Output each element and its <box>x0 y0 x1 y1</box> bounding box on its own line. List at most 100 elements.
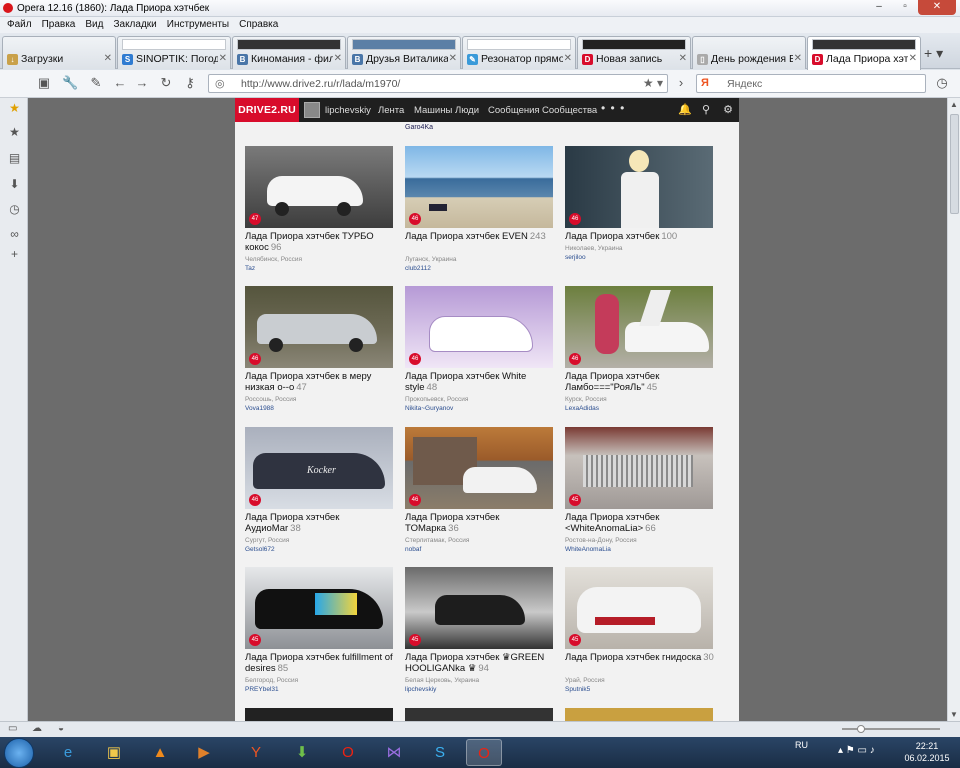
car-card[interactable]: 46 Лада Приора хэтчбек TOMарка 36 Стерлитам… <box>405 427 555 557</box>
car-title-text[interactable]: Лада Приора хэтчбек гнидоска <box>565 652 701 663</box>
car-photo[interactable] <box>565 567 713 649</box>
close-tab-icon[interactable]: ✕ <box>334 53 342 64</box>
add-panel-icon[interactable]: + <box>8 248 21 261</box>
forward-arrow-icon[interactable]: → <box>134 75 150 91</box>
car-owner-link[interactable]: WhiteAnomaLia <box>565 546 611 553</box>
car-card[interactable]: 46 Лада Приора хэтчбек White style 48 Проко… <box>405 286 555 416</box>
clock[interactable]: 22:21 06.02.2015 <box>900 740 954 764</box>
car-title-text[interactable]: Лада Приора хэтчбек ТУРБО кокос <box>245 231 374 253</box>
notes-icon[interactable]: ▤ <box>8 152 21 165</box>
opera-icon[interactable]: O <box>330 739 366 766</box>
car-photo[interactable] <box>405 567 553 649</box>
car-title-text[interactable]: Лада Приора хэтчбек в меру низкая о--о <box>245 371 371 393</box>
scroll-thumb[interactable] <box>950 114 959 214</box>
car-photo[interactable] <box>405 146 553 228</box>
drive2-logo[interactable]: DRIVE2.RU <box>235 98 299 122</box>
car-card[interactable]: 45 Лада Приора хэтчбек fulfillment of des… <box>245 567 395 697</box>
car-photo-partial[interactable] <box>565 708 713 721</box>
car-photo[interactable] <box>245 146 393 228</box>
car-owner-link[interactable]: club2112 <box>405 265 431 272</box>
tab-kinomania[interactable]: B Киномания - фил... ✕ <box>232 36 346 69</box>
car-card[interactable]: 45 Лада Приора хэтчбек <WhiteAnomaLia> 66 Р… <box>565 427 715 557</box>
maximize-button[interactable]: ▫ <box>892 0 918 15</box>
yandex-icon[interactable]: Y <box>238 739 274 766</box>
notifications-bell-icon[interactable]: 🔔 <box>678 103 692 117</box>
nav-communities[interactable]: Сообщества <box>542 105 597 116</box>
history-clock-icon[interactable]: ◷ <box>8 203 21 216</box>
tab-downloads[interactable]: ↓ Загрузки ✕ <box>2 36 116 69</box>
car-photo[interactable] <box>245 567 393 649</box>
downloads-panel-icon[interactable]: ⬇ <box>8 178 21 191</box>
bookmark-star-icon[interactable]: ★ ▾ <box>643 76 663 90</box>
panel-toggle-icon[interactable]: ▣ <box>36 75 52 91</box>
car-card[interactable]: 46 Лада Приора хэтчбек в меру низкая о--о… <box>245 286 395 416</box>
opera-active-icon[interactable]: O <box>466 739 502 766</box>
start-button[interactable] <box>4 738 34 768</box>
close-tab-icon[interactable]: ✕ <box>449 53 457 64</box>
close-tab-icon[interactable]: ✕ <box>679 53 687 64</box>
search-field[interactable]: Я Яндекс <box>696 74 926 93</box>
car-title[interactable]: Лада Приора хэтчбек гнидоска 30 <box>565 652 715 663</box>
key-icon[interactable]: ⚷ <box>182 75 198 91</box>
skype-icon[interactable]: S <box>422 739 458 766</box>
close-tab-icon[interactable]: ✕ <box>564 53 572 64</box>
menu-item-tools[interactable]: Инструменты <box>162 17 234 33</box>
car-title-text[interactable]: Лада Приора хэтчбек EVEN <box>405 231 528 242</box>
close-window-button[interactable]: ✕ <box>918 0 956 15</box>
explorer-icon[interactable]: ▣ <box>96 739 132 766</box>
turbo-cloud-icon[interactable]: ☁ <box>32 723 42 734</box>
car-photo-partial[interactable] <box>245 708 393 721</box>
menu-item-file[interactable]: Файл <box>2 17 37 33</box>
language-indicator[interactable]: RU <box>795 740 808 750</box>
green-app-icon[interactable]: ⬇ <box>284 739 320 766</box>
car-owner-link[interactable]: Vova1988 <box>245 405 274 412</box>
car-title-text[interactable]: Лада Приора хэтчбек White style <box>405 371 526 393</box>
car-owner-link[interactable]: LexaAdidas <box>565 405 599 412</box>
car-owner-link[interactable]: Nikita~Guryanov <box>405 405 453 412</box>
address-field[interactable]: ◎ http://www.drive2.ru/r/lada/m1970/ ★ ▾ <box>208 74 668 93</box>
car-photo[interactable] <box>565 146 713 228</box>
speed-gauge-icon[interactable]: ◒ <box>58 723 64 734</box>
ie-icon[interactable]: e <box>50 739 86 766</box>
car-title[interactable]: Лада Приора хэтчбек ТУРБО кокос 96 <box>245 231 395 253</box>
links-icon[interactable]: ∞ <box>8 228 21 241</box>
car-card[interactable]: 45 Лада Приора хэтчбек ♛GREEN HOOLIGANka … <box>405 567 555 697</box>
favorites-star-icon[interactable]: ★ <box>8 102 21 115</box>
scroll-down-icon[interactable]: ▼ <box>950 710 958 719</box>
car-photo-partial[interactable] <box>405 708 553 721</box>
car-card[interactable]: 47 Лада Приора хэтчбек ТУРБО кокос 96 Челяб… <box>245 146 395 276</box>
close-tab-icon[interactable]: ✕ <box>909 53 917 64</box>
car-photo[interactable] <box>405 427 553 509</box>
car-title[interactable]: Лада Приора хэтчбек Ламбо==="РояЛь" 45 <box>565 371 715 393</box>
nav-cars[interactable]: Машины <box>414 105 452 116</box>
menu-item-edit[interactable]: Правка <box>37 17 81 33</box>
close-tab-icon[interactable]: ✕ <box>794 53 802 64</box>
car-photo[interactable] <box>405 286 553 368</box>
car-title[interactable]: Лада Приора хэтчбек в меру низкая о--о 47 <box>245 371 395 393</box>
nav-people[interactable]: Люди <box>455 105 479 116</box>
tab-lada-priora[interactable]: D Лада Приора хэтч... ✕ <box>807 36 921 70</box>
car-photo[interactable] <box>245 286 393 368</box>
speed-dial-clock-icon[interactable]: ◷ <box>934 75 950 91</box>
car-owner-link[interactable]: Getsol672 <box>245 546 275 553</box>
more-menu-button[interactable]: • • • <box>601 101 625 115</box>
car-title[interactable]: Лада Приора хэтчбек White style 48 <box>405 371 555 393</box>
search-icon[interactable]: ⚲ <box>699 103 713 117</box>
car-title[interactable]: Лада Приора хэтчбек ♛GREEN HOOLIGANka ♛ 9… <box>405 652 555 674</box>
media-icon[interactable]: ▶ <box>186 739 222 766</box>
minimize-button[interactable]: – <box>866 0 892 15</box>
username-link[interactable]: lipchevskiy <box>325 105 371 116</box>
vertical-scrollbar[interactable]: ▲ ▼ <box>947 98 960 721</box>
back-arrow-icon[interactable]: ← <box>112 75 128 91</box>
car-photo[interactable] <box>565 427 713 509</box>
car-title[interactable]: Лада Приора хэтчбек fulfillment of desir… <box>245 652 395 674</box>
car-title[interactable]: Лада Приора хэтчбек TOMарка 36 <box>405 512 555 534</box>
bookmarks-star-icon[interactable]: ★ <box>8 126 21 139</box>
tab-resonator[interactable]: ✎ Резонатор прямо... ✕ <box>462 36 576 69</box>
gear-icon[interactable]: ⚙ <box>721 103 735 117</box>
car-title-text[interactable]: Лада Приора хэтчбек ♛GREEN HOOLIGANka ♛ <box>405 652 544 674</box>
car-title-text[interactable]: Лада Приора хэтчбек Ламбо==="РояЛь" <box>565 371 659 393</box>
go-arrow-icon[interactable]: › <box>673 75 689 91</box>
avatar[interactable] <box>304 102 320 118</box>
scroll-up-icon[interactable]: ▲ <box>950 100 958 109</box>
